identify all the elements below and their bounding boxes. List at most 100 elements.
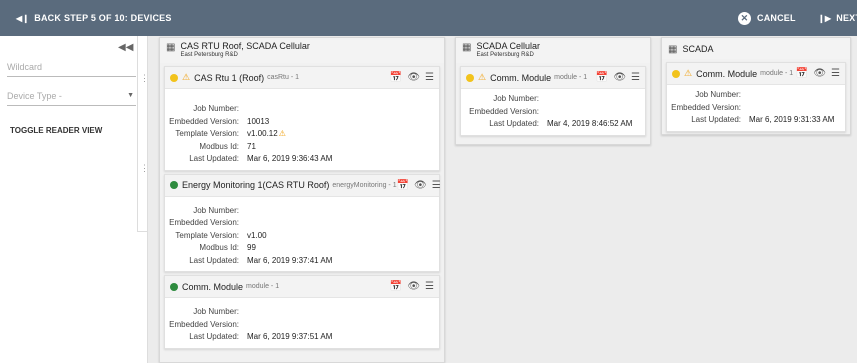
column-subtitle: East Petersburg R&D [476,52,534,58]
field-label: Last Updated: [189,255,239,265]
calendar-icon[interactable]: 📅 [596,72,608,83]
menu-icon[interactable]: ☰ [631,72,640,83]
field-label: Embedded Version: [169,218,239,227]
collapse-sidebar-icon[interactable]: ◀◀ [118,42,133,53]
wildcard-placeholder: Wildcard [7,61,43,72]
device-meta: module - 1 [760,70,794,77]
status-dot [170,73,178,82]
device-type-select[interactable]: Device Type - ▼ [7,86,136,106]
menu-icon[interactable]: ☰ [432,180,441,191]
field-value: Mar 6, 2019 9:37:51 AM [247,332,333,341]
back-label: BACK [34,13,62,23]
location-column: ▦ SCADA ⚠ Comm. Module module - 1 📅 👁 ☰ … [661,37,851,135]
device-name: Comm. Module [696,68,758,79]
device-card[interactable]: Comm. Module module - 1 📅 👁 ☰ Job Number… [164,275,440,349]
device-card[interactable]: ⚠ CAS Rtu 1 (Roof) casRtu - 1 📅 👁 ☰ Job … [164,66,440,171]
device-card-body: Job Number: Embedded Version: Last Updat… [165,298,439,348]
field-label: Job Number: [695,90,741,99]
grid-icon: ▦ [462,42,472,53]
warning-icon: ⚠ [278,129,286,138]
field-label: Embedded Version: [469,106,539,116]
location-column: ▦ CAS RTU Roof, SCADA Cellular East Pete… [159,37,445,363]
field-value: 71 [247,141,256,151]
field-label: Last Updated: [691,115,741,124]
next-label: NEXT [836,13,857,23]
grid-icon: ▦ [668,43,678,55]
panel-divider [137,36,148,232]
device-card-header: Energy Monitoring 1(CAS RTU Roof) energy… [165,174,441,197]
drag-handle-icon[interactable]: ⋮ [140,73,149,84]
field-label: Embedded Version: [169,319,239,329]
toggle-reader-view-button[interactable]: TOGGLE READER VIEW [10,126,102,135]
status-dot [466,73,474,82]
device-card-header: ⚠ Comm. Module module - 1 📅 👁 ☰ [461,67,645,89]
warning-icon: ⚠ [684,68,693,78]
device-card-body: Job Number: Embedded Version: Last Updat… [461,89,645,135]
skip-back-icon: ◀❙ [16,13,30,23]
menu-icon[interactable]: ☰ [425,72,434,83]
device-card-header: ⚠ CAS Rtu 1 (Roof) casRtu - 1 📅 👁 ☰ [165,67,439,89]
field-label: Embedded Version: [169,116,239,126]
device-card-body: Job Number: Embedded Version: Template V… [165,197,439,272]
calendar-icon[interactable]: 📅 [796,68,808,79]
drag-handle-icon[interactable]: ⋮ [140,163,149,174]
warning-icon: ⚠ [478,72,487,82]
status-dot [170,181,178,189]
calendar-icon[interactable]: 📅 [390,281,402,292]
calendar-icon[interactable]: 📅 [397,180,409,191]
filter-sidebar: ◀◀ Wildcard Device Type - ▼ TOGGLE READE… [0,36,148,363]
field-label: Embedded Version: [671,102,741,112]
field-value: 99 [247,243,256,252]
next-button[interactable]: ❙▶ NEXT [818,0,857,36]
back-button[interactable]: ◀❙ BACK [16,0,61,36]
column-title: SCADA Cellular [476,41,540,51]
device-meta: module - 1 [246,283,280,290]
field-label: Template Version: [175,129,239,138]
field-value: v1.00.12 [247,129,278,138]
dropdown-arrow-icon: ▼ [127,92,134,99]
device-card-body: Job Number: Embedded Version: Last Updat… [667,85,845,131]
eye-icon[interactable]: 👁 [407,72,420,83]
wildcard-input[interactable]: Wildcard [7,57,136,77]
device-card[interactable]: ⚠ Comm. Module module - 1 📅 👁 ☰ Job Numb… [460,66,646,136]
field-label: Modbus Id: [199,141,239,151]
field-label: Last Updated: [189,332,239,341]
cancel-button[interactable]: ✕ CANCEL [738,0,796,36]
device-card-header: Comm. Module module - 1 📅 👁 ☰ [165,276,439,298]
cancel-label: CANCEL [757,13,796,23]
field-value: Mar 6, 2019 9:36:43 AM [247,154,333,163]
column-title: CAS RTU Roof, SCADA Cellular [180,41,310,51]
field-value: Mar 6, 2019 9:37:41 AM [247,255,333,265]
field-value: 10013 [247,116,270,126]
field-label: Job Number: [193,307,239,316]
field-label: Job Number: [193,205,239,215]
calendar-icon[interactable]: 📅 [390,72,402,83]
field-label: Template Version: [175,230,239,240]
field-label: Last Updated: [489,119,539,128]
device-meta: casRtu - 1 [267,74,300,81]
field-value: Mar 4, 2019 8:46:52 AM [547,119,633,128]
device-card[interactable]: Energy Monitoring 1(CAS RTU Roof) energy… [164,173,441,272]
eye-icon[interactable]: 👁 [414,180,427,191]
device-name: Comm. Module [490,72,552,83]
device-card[interactable]: ⚠ Comm. Module module - 1 📅 👁 ☰ Job Numb… [666,62,846,132]
field-label: Job Number: [193,104,239,113]
column-header: ▦ CAS RTU Roof, SCADA Cellular East Pete… [160,38,444,63]
field-label: Last Updated: [189,154,239,163]
status-dot [672,69,680,78]
location-column: ▦ SCADA Cellular East Petersburg R&D ⚠ C… [455,37,651,145]
device-name: Energy Monitoring 1(CAS RTU Roof) [182,180,330,190]
close-circle-icon: ✕ [738,11,751,25]
menu-icon[interactable]: ☰ [425,281,434,292]
eye-icon[interactable]: 👁 [813,68,826,79]
column-header: ▦ SCADA [662,38,850,59]
menu-icon[interactable]: ☰ [831,68,840,79]
grid-icon: ▦ [166,42,176,53]
field-value: v1.00 [247,230,267,240]
warning-icon: ⚠ [182,72,191,82]
eye-icon[interactable]: 👁 [613,72,626,83]
eye-icon[interactable]: 👁 [407,281,420,292]
column-header: ▦ SCADA Cellular East Petersburg R&D [456,38,650,63]
device-card-header: ⚠ Comm. Module module - 1 📅 👁 ☰ [667,63,845,85]
device-name: CAS Rtu 1 (Roof) [194,72,265,83]
